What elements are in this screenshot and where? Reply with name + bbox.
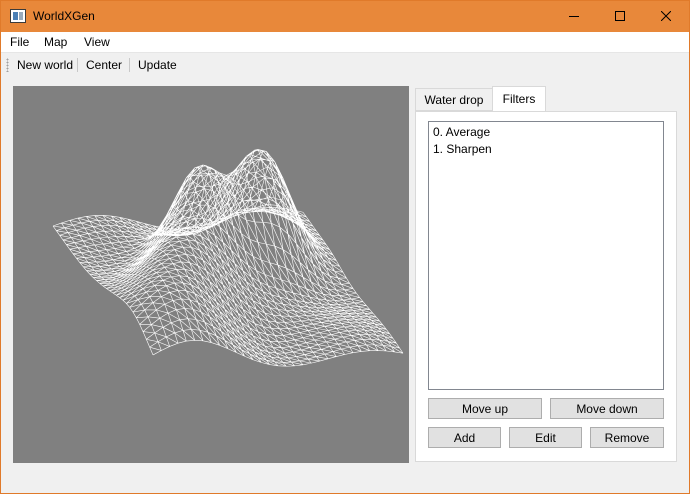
filters-panel: 0. Average 1. Sharpen Move up Move down … [415,111,677,462]
toolbar-separator [129,58,130,72]
window-title: WorldXGen [33,9,95,23]
edit-button[interactable]: Edit [509,427,582,448]
toolbar: New world Center Update [1,53,689,77]
mesh-lines [52,149,404,367]
menu-bar: File Map View [1,32,689,53]
new-world-button[interactable]: New world [17,58,73,72]
add-button[interactable]: Add [428,427,501,448]
filters-list[interactable]: 0. Average 1. Sharpen [428,121,664,390]
list-item[interactable]: 0. Average [433,125,490,139]
update-button[interactable]: Update [138,58,177,72]
remove-button[interactable]: Remove [590,427,664,448]
toolbar-grip[interactable] [6,58,9,72]
move-down-button[interactable]: Move down [550,398,664,419]
maximize-icon [615,11,625,21]
close-icon [661,11,671,21]
move-up-button[interactable]: Move up [428,398,542,419]
terrain-wireframe-mesh [52,149,404,367]
menu-map[interactable]: Map [44,35,67,49]
toolbar-separator [77,58,78,72]
maximize-button[interactable] [597,1,643,32]
app-window: WorldXGen File Map View New world Center… [0,0,690,494]
menu-file[interactable]: File [10,35,29,49]
title-bar[interactable]: WorldXGen [1,1,689,32]
minimize-button[interactable] [551,1,597,32]
tab-filters[interactable]: Filters [492,86,546,111]
minimize-icon [569,16,579,17]
list-item[interactable]: 1. Sharpen [433,142,492,156]
center-button[interactable]: Center [86,58,122,72]
app-window-icon [10,9,26,23]
tab-water-drop[interactable]: Water drop [415,88,493,111]
menu-view[interactable]: View [84,35,110,49]
terrain-3d-viewport[interactable] [13,86,409,463]
close-button[interactable] [643,1,689,32]
